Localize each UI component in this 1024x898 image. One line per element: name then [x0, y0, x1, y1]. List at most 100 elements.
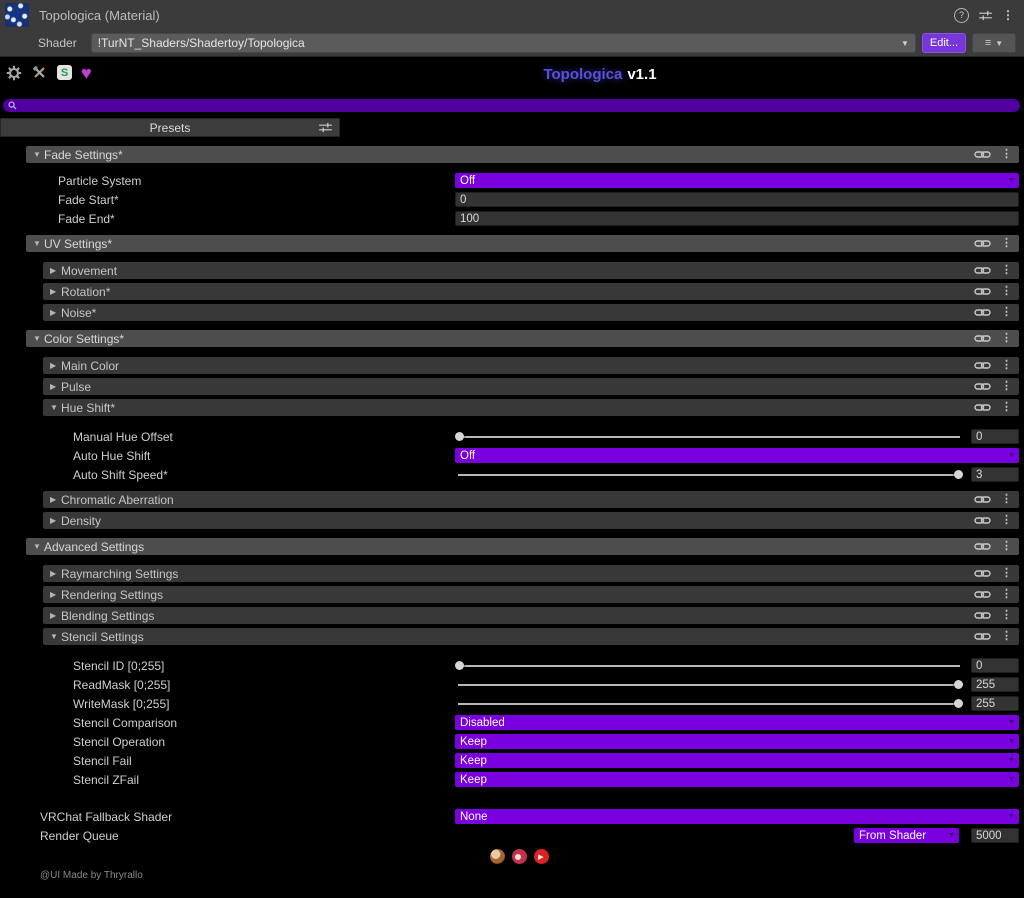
- slider-knob[interactable]: [954, 680, 963, 689]
- link-icon[interactable]: [974, 590, 991, 599]
- slider-knob[interactable]: [455, 661, 464, 670]
- writemask-slider[interactable]: [455, 696, 963, 711]
- auto-shift-speed-input[interactable]: [971, 467, 1019, 482]
- shader-dropdown[interactable]: !TurNT_Shaders/Shadertoy/Topologica ▼: [90, 33, 916, 53]
- auto-shift-speed-slider[interactable]: [455, 467, 963, 482]
- kebab-menu-icon[interactable]: ⋮: [1001, 494, 1012, 505]
- readmask-slider[interactable]: [455, 677, 963, 692]
- kebab-menu-icon[interactable]: ⋮: [1001, 381, 1012, 392]
- link-icon[interactable]: [974, 150, 991, 159]
- section-header-advanced-settings[interactable]: ▼ Advanced Settings ⋮: [26, 538, 1019, 555]
- subsection-header-chromatic-aberration[interactable]: ▶ Chromatic Aberration ⋮: [43, 491, 1019, 508]
- property-label: WriteMask [0;255]: [73, 696, 170, 711]
- stencil-zfail-dropdown[interactable]: Keep ▼: [455, 772, 1019, 787]
- slider-track: [458, 474, 960, 476]
- presets-button[interactable]: Presets: [0, 118, 340, 137]
- subsection-header-noise[interactable]: ▶ Noise* ⋮: [43, 304, 1019, 321]
- link-icon[interactable]: [974, 308, 991, 317]
- subsection-header-rendering[interactable]: ▶ Rendering Settings ⋮: [43, 586, 1019, 603]
- stencil-id-slider[interactable]: [455, 658, 963, 673]
- link-icon[interactable]: [974, 542, 991, 551]
- section-header-uv-settings[interactable]: ▼ UV Settings* ⋮: [26, 235, 1019, 252]
- section-label: Color Settings*: [44, 331, 125, 346]
- stencil-fail-dropdown[interactable]: Keep ▼: [455, 753, 1019, 768]
- link-icon[interactable]: [974, 287, 991, 296]
- material-menu-dropdown[interactable]: ≡ ▼: [972, 33, 1016, 53]
- subsection-header-pulse[interactable]: ▶ Pulse ⋮: [43, 378, 1019, 395]
- subsection-header-raymarching[interactable]: ▶ Raymarching Settings ⋮: [43, 565, 1019, 582]
- slider-knob[interactable]: [954, 699, 963, 708]
- property-row: Stencil Comparison Disabled ▼: [0, 715, 1019, 730]
- link-icon[interactable]: [974, 239, 991, 248]
- fade-end-input[interactable]: [455, 211, 1019, 226]
- kebab-menu-icon[interactable]: ⋮: [1001, 333, 1012, 344]
- link-icon[interactable]: [974, 632, 991, 641]
- edit-shader-button[interactable]: Edit...: [921, 33, 966, 53]
- readmask-input[interactable]: [971, 677, 1019, 692]
- property-row: Stencil ID [0;255]: [0, 658, 1019, 673]
- vrchat-fallback-dropdown[interactable]: None ▼: [455, 809, 1019, 824]
- subsection-header-main-color[interactable]: ▶ Main Color ⋮: [43, 357, 1019, 374]
- kebab-menu-icon[interactable]: ⋮: [1001, 149, 1012, 160]
- manual-hue-offset-slider[interactable]: [455, 429, 963, 444]
- kebab-menu-icon[interactable]: ⋮: [1001, 265, 1012, 276]
- kebab-menu-icon[interactable]: ⋮: [1001, 568, 1012, 579]
- search-bar[interactable]: [3, 98, 1020, 113]
- stencil-id-input[interactable]: [971, 658, 1019, 673]
- kebab-menu-icon[interactable]: ⋮: [1001, 515, 1012, 526]
- subsection-header-blending[interactable]: ▶ Blending Settings ⋮: [43, 607, 1019, 624]
- fade-start-input[interactable]: [455, 192, 1019, 207]
- link-icon[interactable]: [974, 266, 991, 275]
- section-header-fade-settings[interactable]: ▼ Fade Settings* ⋮: [26, 146, 1019, 163]
- property-label: Stencil ID [0;255]: [73, 658, 165, 673]
- stencil-comparison-dropdown[interactable]: Disabled ▼: [455, 715, 1019, 730]
- help-icon[interactable]: ?: [954, 7, 969, 23]
- kebab-menu-icon[interactable]: ⋮: [1001, 541, 1012, 552]
- link-icon[interactable]: [974, 403, 991, 412]
- auto-hue-shift-dropdown[interactable]: Off ▼: [455, 448, 1019, 463]
- subsection-label: Hue Shift*: [61, 400, 116, 415]
- link-icon[interactable]: [974, 569, 991, 578]
- link-icon[interactable]: [974, 495, 991, 504]
- slider-track: [458, 684, 960, 686]
- chevron-down-icon: ▼: [900, 38, 909, 48]
- link-icon[interactable]: [974, 334, 991, 343]
- render-queue-source-dropdown[interactable]: From Shader ▼: [854, 828, 959, 843]
- subsection-header-stencil[interactable]: ▼ Stencil Settings ⋮: [43, 628, 1019, 645]
- social-icon-1[interactable]: [489, 849, 505, 864]
- manual-hue-offset-input[interactable]: [971, 429, 1019, 444]
- shader-label: Shader: [38, 36, 77, 50]
- subsection-header-density[interactable]: ▶ Density ⋮: [43, 512, 1019, 529]
- link-icon[interactable]: [974, 382, 991, 391]
- kebab-menu-icon[interactable]: ⋮: [1001, 286, 1012, 297]
- kebab-menu-icon[interactable]: ⋮: [1001, 589, 1012, 600]
- kebab-menu-icon[interactable]: ⋮: [1001, 238, 1012, 249]
- slider-knob[interactable]: [954, 470, 963, 479]
- link-icon[interactable]: [974, 611, 991, 620]
- render-queue-input[interactable]: [971, 828, 1019, 843]
- kebab-menu-icon[interactable]: ⋮: [1001, 360, 1012, 371]
- social-icon-2[interactable]: [511, 849, 527, 864]
- collapse-arrow-icon: ▶: [50, 266, 57, 275]
- shader-title-version: v1.1: [627, 66, 657, 83]
- search-input[interactable]: [20, 98, 1015, 113]
- link-icon[interactable]: [974, 361, 991, 370]
- subsection-header-rotation[interactable]: ▶ Rotation* ⋮: [43, 283, 1019, 300]
- kebab-menu-icon[interactable]: ⋮: [1001, 402, 1012, 413]
- kebab-menu-icon[interactable]: ⋮: [1002, 9, 1014, 21]
- subsection-label: Density: [61, 513, 102, 528]
- subsection-header-hue-shift[interactable]: ▼ Hue Shift* ⋮: [43, 399, 1019, 416]
- kebab-menu-icon[interactable]: ⋮: [1001, 307, 1012, 318]
- presets-icon[interactable]: [979, 10, 992, 21]
- particle-system-dropdown[interactable]: Off ▼: [455, 173, 1019, 188]
- link-icon[interactable]: [974, 516, 991, 525]
- stencil-operation-dropdown[interactable]: Keep ▼: [455, 734, 1019, 749]
- kebab-menu-icon[interactable]: ⋮: [1001, 631, 1012, 642]
- section-header-color-settings[interactable]: ▼ Color Settings* ⋮: [26, 330, 1019, 347]
- youtube-play-icon[interactable]: ▶: [533, 849, 549, 864]
- writemask-input[interactable]: [971, 696, 1019, 711]
- slider-knob[interactable]: [455, 432, 464, 441]
- kebab-menu-icon[interactable]: ⋮: [1001, 610, 1012, 621]
- collapse-arrow-icon: ▶: [50, 382, 57, 391]
- subsection-header-movement[interactable]: ▶ Movement ⋮: [43, 262, 1019, 279]
